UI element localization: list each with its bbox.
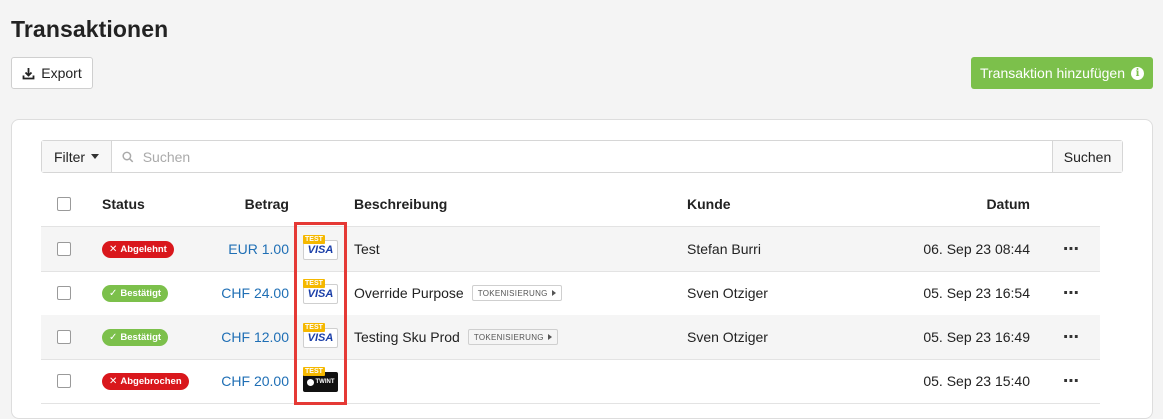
description: Testing Sku Prod [354,329,460,345]
amount-link[interactable]: EUR 1.00 [228,241,289,257]
visa-card-icon: VISA TEST [303,235,338,260]
header-customer[interactable]: Kunde [687,182,731,226]
check-icon: ✓ [109,287,118,299]
row-checkbox[interactable] [57,242,71,256]
header-status[interactable]: Status [102,182,145,226]
table-row[interactable]: ✕ Abgebrochen CHF 20.00 TWINT TEST 05. S… [41,359,1100,404]
status-label: Abgebrochen [120,375,182,387]
x-icon: ✕ [109,243,118,255]
header-description[interactable]: Beschreibung [354,182,447,226]
more-actions-icon[interactable]: ⋯ [1063,327,1080,347]
table-row[interactable]: ✕ Abgelehnt EUR 1.00 VISA TEST Test Stef… [41,227,1100,272]
status-badge: ✓ Bestätigt [102,328,169,346]
more-actions-icon[interactable]: ⋯ [1063,283,1080,303]
search-bar: Filter Suchen [41,140,1123,173]
status-label: Bestätigt [120,331,162,343]
check-icon: ✓ [109,331,118,343]
more-actions-icon[interactable]: ⋯ [1063,239,1080,259]
customer: Sven Otziger [687,285,768,301]
customer: Stefan Burri [687,241,761,257]
download-icon [22,67,35,79]
test-badge: TEST [303,367,325,376]
status-badge: ✓ Bestätigt [102,284,169,302]
twint-dot-icon [306,378,314,386]
visa-card-icon: VISA TEST [303,279,338,304]
table-row[interactable]: ✓ Bestätigt CHF 12.00 VISA TEST Testing … [41,315,1100,360]
row-checkbox[interactable] [57,330,71,344]
test-badge: TEST [303,235,325,244]
page-title: Transaktionen [11,16,169,42]
x-icon: ✕ [109,375,118,387]
add-transaction-label: Transaktion hinzufügen [979,65,1126,81]
status-label: Bestätigt [120,287,162,299]
test-badge: TEST [303,323,325,332]
header-date[interactable]: Datum [891,182,1030,226]
date: 06. Sep 23 08:44 [923,241,1030,257]
visa-logo: VISA [307,288,334,300]
description: Test [354,241,380,257]
info-icon: i [1131,66,1145,80]
add-transaction-button[interactable]: Transaktion hinzufügen i [971,57,1153,89]
tokenization-tag[interactable]: TOKENISIERUNG [467,329,558,345]
date: 05. Sep 23 16:54 [923,285,1030,301]
twint-logo: TWINT [315,379,335,385]
amount-link[interactable]: CHF 24.00 [221,285,289,301]
status-badge: ✕ Abgebrochen [102,372,189,390]
more-actions-icon[interactable]: ⋯ [1063,371,1080,391]
caret-right-icon [547,334,552,340]
export-label: Export [41,65,82,81]
visa-logo: VISA [307,244,334,256]
filter-dropdown[interactable]: Filter [42,141,112,172]
filter-label: Filter [53,148,86,165]
date: 05. Sep 23 16:49 [923,329,1030,345]
status-label: Abgelehnt [120,243,167,255]
search-icon [122,151,134,162]
test-badge: TEST [303,279,325,288]
table-row[interactable]: ✓ Bestätigt CHF 24.00 VISA TEST Override… [41,271,1100,316]
caret-down-icon [91,154,100,159]
table-header: Status Betrag Beschreibung Kunde Datum [41,182,1100,227]
amount-link[interactable]: CHF 20.00 [221,373,289,389]
search-field [112,141,1052,172]
export-button[interactable]: Export [11,57,93,89]
date: 05. Sep 23 15:40 [923,373,1030,389]
row-checkbox[interactable] [57,374,71,388]
search-input[interactable] [140,147,1052,166]
row-checkbox[interactable] [57,286,71,300]
tag-label: TOKENISIERUNG [477,288,548,298]
tokenization-tag[interactable]: TOKENISIERUNG [471,285,562,301]
caret-right-icon [551,290,556,296]
customer: Sven Otziger [687,329,768,345]
twint-card-icon: TWINT TEST [303,367,338,392]
header-amount[interactable]: Betrag [201,182,289,226]
select-all-checkbox[interactable] [57,197,71,211]
description: Override Purpose [354,285,464,301]
status-badge: ✕ Abgelehnt [102,240,174,258]
visa-card-icon: VISA TEST [303,323,338,348]
tag-label: TOKENISIERUNG [473,332,544,342]
search-button[interactable]: Suchen [1052,141,1122,172]
amount-link[interactable]: CHF 12.00 [221,329,289,345]
visa-logo: VISA [307,332,334,344]
